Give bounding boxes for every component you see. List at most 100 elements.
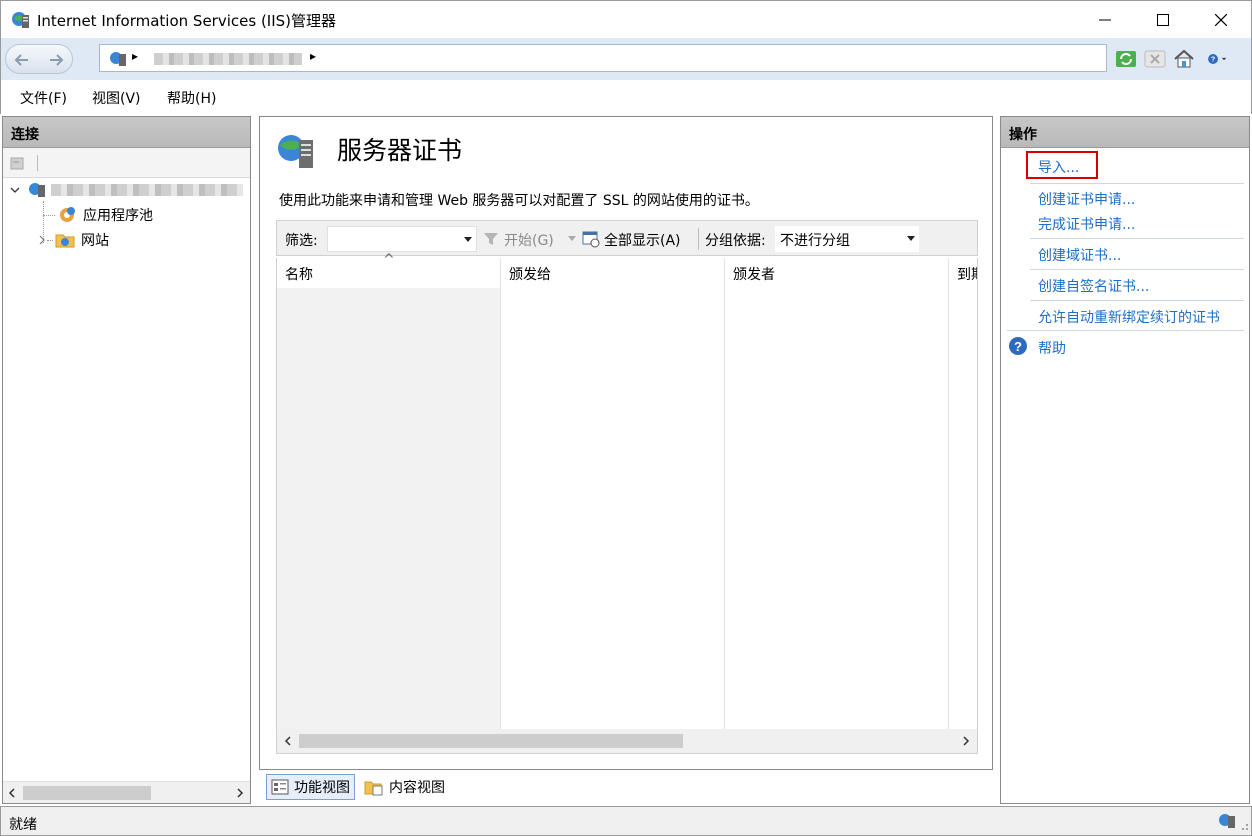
connect-icon[interactable]	[9, 154, 27, 172]
view-tabs: 功能视图 内容视图	[259, 770, 659, 804]
column-name[interactable]: 名称 ^	[277, 252, 501, 730]
action-separator	[1007, 330, 1244, 331]
filter-input[interactable]	[327, 226, 477, 252]
redacted-server-name	[154, 53, 302, 65]
home-icon[interactable]	[1173, 48, 1195, 70]
server-certificates-icon	[278, 135, 313, 168]
tab-content-view-label: 内容视图	[389, 780, 445, 796]
action-create-self-signed-certificate[interactable]: 创建自签名证书...	[1038, 276, 1149, 296]
group-by-select[interactable]: 不进行分组	[775, 226, 919, 252]
status-bar: 就绪	[0, 806, 1252, 836]
tab-content-view[interactable]: 内容视图	[360, 774, 449, 800]
column-expiration[interactable]: 到期	[949, 258, 977, 730]
window-title: Internet Information Services (IIS)管理器	[37, 12, 337, 30]
close-button[interactable]	[1192, 1, 1250, 39]
scroll-right-icon[interactable]	[961, 736, 971, 746]
svg-text:?: ?	[1211, 56, 1215, 64]
status-text: 就绪	[9, 817, 37, 833]
help-dropdown-icon[interactable]: ?	[1207, 48, 1229, 70]
sites-folder-icon	[55, 234, 75, 248]
chevron-right-icon[interactable]	[37, 234, 47, 246]
minimize-button[interactable]	[1076, 1, 1134, 39]
server-icon	[29, 183, 45, 197]
show-all-icon	[582, 231, 600, 248]
scroll-right-icon[interactable]	[235, 788, 245, 798]
menu-bar: 文件(F) 视图(V) 帮助(H)	[0, 80, 1252, 114]
filter-label: 筛选:	[285, 233, 318, 249]
maximize-icon	[1157, 14, 1169, 26]
column-header-name[interactable]: 名称	[285, 264, 313, 284]
column-header-issued-to[interactable]: 颁发给	[509, 264, 551, 284]
maximize-button[interactable]	[1134, 1, 1192, 39]
resize-grip-icon[interactable]	[1239, 821, 1249, 831]
connections-horizontal-scrollbar[interactable]	[3, 781, 250, 803]
filter-toolbar: 筛选: 开始(G) 全部显示(A) 分组依据: 不进行分组	[276, 220, 978, 256]
back-forward-arrows-icon	[14, 54, 64, 66]
stop-icon[interactable]	[1144, 48, 1166, 70]
tab-features-view-label: 功能视图	[294, 780, 350, 796]
column-header-issuer[interactable]: 颁发者	[733, 264, 775, 284]
path-separator-end[interactable]: ▸	[310, 49, 316, 63]
filter-funnel-icon	[484, 233, 498, 245]
chevron-down-icon[interactable]	[9, 184, 21, 196]
redacted-server-name	[51, 184, 243, 196]
group-by-value: 不进行分组	[780, 233, 850, 249]
action-separator	[1030, 183, 1244, 184]
sort-ascending-icon: ^	[383, 252, 395, 268]
certificates-list: 名称 ^ 颁发给 颁发者 到期	[276, 252, 978, 754]
tree-node-server[interactable]	[9, 178, 243, 202]
title-bar: Internet Information Services (IIS)管理器	[0, 0, 1252, 38]
column-issuer[interactable]: 颁发者	[725, 258, 949, 730]
menu-view[interactable]: 视图(V)	[92, 88, 141, 108]
menu-file[interactable]: 文件(F)	[20, 88, 67, 108]
server-icon	[110, 52, 126, 66]
action-separator	[1030, 300, 1244, 301]
back-forward-buttons[interactable]	[5, 44, 73, 74]
features-view-icon	[271, 779, 289, 795]
action-create-domain-certificate[interactable]: 创建域证书...	[1038, 245, 1121, 265]
action-create-certificate-request[interactable]: 创建证书申请...	[1038, 189, 1135, 209]
dropdown-arrow-icon[interactable]	[907, 236, 915, 242]
column-header-expiration[interactable]: 到期	[957, 264, 977, 284]
column-issued-to[interactable]: 颁发给	[501, 258, 725, 730]
actions-header: 操作	[1001, 117, 1249, 148]
content-view-icon	[364, 781, 383, 796]
connections-panel: 连接 应用程序池 网站	[2, 116, 251, 804]
app-pool-icon	[60, 207, 75, 222]
connections-toolbar	[3, 148, 250, 178]
action-help[interactable]: 帮助	[1038, 338, 1066, 358]
tree-node-sites[interactable]: 网站	[37, 228, 109, 252]
minimize-icon	[1099, 19, 1111, 21]
iis-manager-icon	[12, 12, 29, 28]
action-separator	[1030, 269, 1244, 270]
tree-label-sites: 网站	[81, 233, 109, 249]
toolbar-divider	[698, 228, 699, 250]
close-icon	[1215, 14, 1227, 26]
address-path[interactable]: ▸ ▸	[99, 44, 1107, 72]
scroll-left-icon[interactable]	[283, 736, 293, 746]
scroll-left-icon[interactable]	[7, 788, 17, 798]
scroll-thumb[interactable]	[23, 786, 151, 800]
connections-header: 连接	[3, 117, 250, 148]
scroll-thumb[interactable]	[299, 734, 683, 748]
show-all-button[interactable]: 全部显示(A)	[604, 230, 681, 250]
svg-text:?: ?	[1014, 339, 1022, 354]
page-description: 使用此功能来申请和管理 Web 服务器可以对配置了 SSL 的网站使用的证书。	[279, 193, 759, 209]
action-complete-certificate-request[interactable]: 完成证书申请...	[1038, 214, 1135, 234]
tree-label-app-pools: 应用程序池	[83, 208, 153, 224]
tab-features-view[interactable]: 功能视图	[266, 774, 355, 800]
filter-start-button[interactable]: 开始(G)	[504, 230, 554, 250]
dropdown-arrow-icon[interactable]	[568, 236, 576, 242]
group-by-label: 分组依据:	[705, 233, 766, 249]
server-status-icon	[1219, 814, 1235, 828]
action-import[interactable]: 导入...	[1038, 157, 1079, 177]
refresh-icon[interactable]	[1115, 48, 1137, 70]
action-auto-rebind[interactable]: 允许自动重新绑定续订的证书	[1038, 307, 1220, 327]
help-icon[interactable]: ?	[1008, 336, 1028, 356]
menu-help[interactable]: 帮助(H)	[167, 88, 216, 108]
page-title: 服务器证书	[337, 136, 463, 165]
tree-node-app-pools[interactable]: 应用程序池	[43, 203, 153, 227]
dropdown-arrow-icon[interactable]	[464, 237, 472, 243]
list-horizontal-scrollbar[interactable]	[277, 729, 977, 753]
tree-line	[47, 239, 53, 241]
